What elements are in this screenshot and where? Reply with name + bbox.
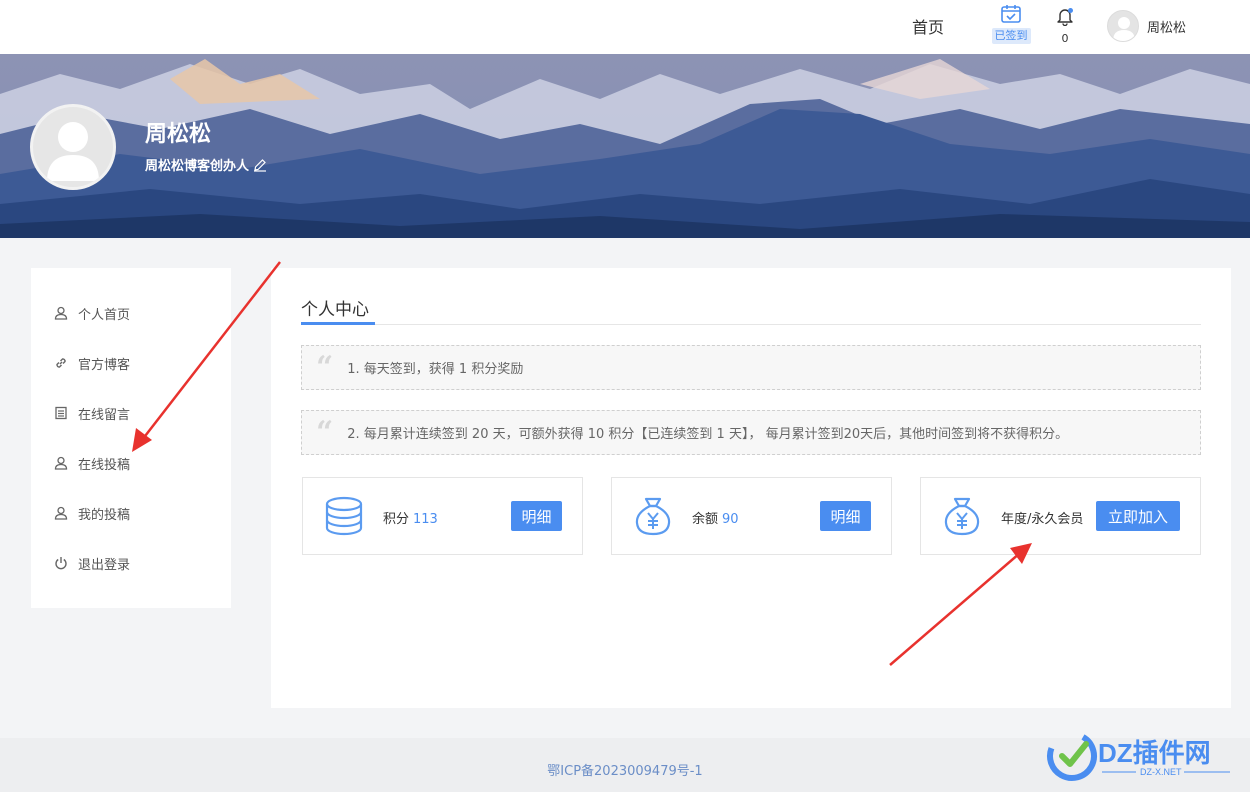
sidebar: 个人首页 官方博客 在线留言 在线投稿 我的投稿 退出登录: [31, 268, 231, 608]
sidebar-item-submit[interactable]: 在线投稿: [31, 438, 231, 488]
notification-dot: [1068, 8, 1073, 13]
profile-banner: 周松松 周松松博客创办人: [0, 54, 1250, 238]
user-icon: [53, 505, 69, 521]
points-label: 积分 113: [383, 512, 438, 527]
notification-button[interactable]: 0: [1052, 6, 1078, 45]
top-nav: 首页 已签到 0 周松松: [0, 0, 1250, 54]
power-icon: [53, 555, 69, 571]
sidebar-item-blog[interactable]: 官方博客: [31, 338, 231, 388]
logo-subtext: DZ-X.NET: [1140, 767, 1182, 777]
user-icon: [53, 305, 69, 321]
money-bag-icon: [944, 497, 980, 536]
quote-icon: “: [316, 349, 334, 385]
checkin-status-badge: 已签到: [991, 28, 1031, 44]
sidebar-item-label: 官方博客: [78, 357, 131, 373]
page-title: 个人中心: [301, 300, 369, 320]
user-icon: [53, 455, 69, 471]
profile-name: 周松松: [145, 122, 212, 147]
edit-icon[interactable]: [253, 158, 267, 172]
sidebar-item-home[interactable]: 个人首页: [31, 288, 231, 338]
link-icon: [53, 355, 69, 371]
title-underline: [301, 322, 375, 325]
sidebar-item-label: 退出登录: [78, 557, 131, 573]
site-logo: DZ插件网 DZ-X.NET: [1047, 731, 1230, 781]
notice-text: 2. 每月累计连续签到 20 天，可额外获得 10 积分【已连续签到 1 天】，…: [347, 427, 1069, 442]
title-divider: [301, 324, 1201, 325]
balance-value: 90: [722, 512, 739, 527]
nav-username: 周松松: [1147, 20, 1187, 36]
balance-detail-button[interactable]: 明细: [820, 501, 871, 531]
sidebar-item-my-submissions[interactable]: 我的投稿: [31, 488, 231, 538]
sidebar-item-label: 个人首页: [78, 307, 131, 323]
profile-signature: 周松松博客创办人: [145, 155, 267, 174]
sidebar-item-logout[interactable]: 退出登录: [31, 538, 231, 588]
user-menu[interactable]: 周松松: [1107, 10, 1186, 42]
sidebar-item-guestbook[interactable]: 在线留言: [31, 388, 231, 438]
profile-signature-text: 周松松博客创办人: [145, 159, 250, 174]
profile-avatar[interactable]: [30, 104, 116, 190]
join-membership-button[interactable]: 立即加入: [1096, 501, 1180, 531]
logo-text: DZ插件网: [1098, 738, 1211, 768]
notification-count: 0: [1061, 32, 1069, 45]
notice-daily: “ 1. 每天签到，获得 1 积分奖励: [301, 345, 1201, 390]
balance-label: 余额 90: [692, 512, 739, 527]
list-icon: [53, 405, 69, 421]
membership-card: 年度/永久会员 立即加入: [920, 477, 1201, 555]
calendar-check-icon: [1001, 5, 1021, 23]
sidebar-item-label: 在线留言: [78, 407, 131, 423]
membership-label: 年度/永久会员: [1001, 512, 1084, 527]
money-bag-icon: [635, 497, 671, 536]
balance-card: 余额 90 明细: [611, 477, 892, 555]
sidebar-item-label: 在线投稿: [78, 457, 131, 473]
checkin-button[interactable]: 已签到: [990, 4, 1032, 46]
notice-text: 1. 每天签到，获得 1 积分奖励: [347, 362, 524, 377]
database-icon: [325, 496, 363, 536]
sidebar-item-label: 我的投稿: [78, 507, 131, 523]
avatar: [1107, 10, 1139, 42]
points-detail-button[interactable]: 明细: [511, 501, 562, 531]
points-value: 113: [413, 512, 438, 527]
footer: 鄂ICP备2023009479号-1 DZ插件网 DZ-X.NET: [0, 731, 1250, 792]
notice-monthly: “ 2. 每月累计连续签到 20 天，可额外获得 10 积分【已连续签到 1 天…: [301, 410, 1201, 455]
quote-icon: “: [316, 414, 334, 450]
main-panel: 个人中心 “ 1. 每天签到，获得 1 积分奖励 “ 2. 每月累计连续签到 2…: [271, 268, 1231, 708]
points-card: 积分 113 明细: [302, 477, 583, 555]
nav-home-link[interactable]: 首页: [912, 14, 944, 38]
